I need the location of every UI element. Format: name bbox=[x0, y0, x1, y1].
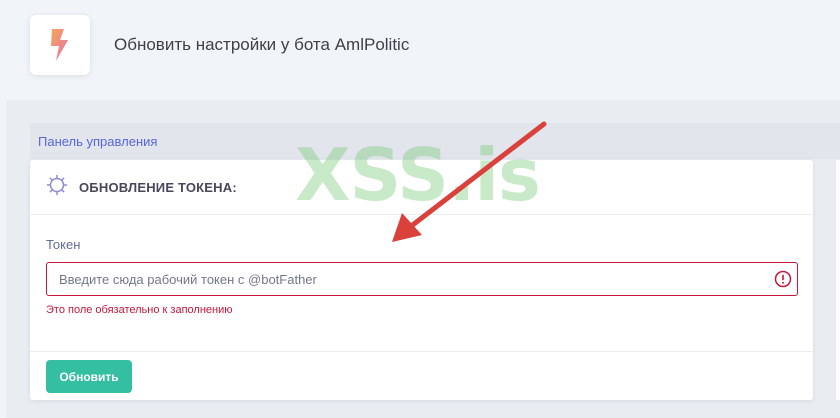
page-header: Обновить настройки у бота AmlPolitic bbox=[0, 0, 840, 100]
app-logo[interactable] bbox=[30, 15, 90, 75]
token-update-card: ОБНОВЛЕНИЕ ТОКЕНА: Токен Это поле обязат… bbox=[30, 160, 813, 400]
token-field-label: Токен bbox=[46, 237, 81, 252]
exclamation-circle-icon bbox=[774, 270, 792, 288]
card-title: ОБНОВЛЕНИЕ ТОКЕНА: bbox=[79, 180, 237, 195]
card-footer bbox=[30, 351, 813, 400]
token-error-message: Это поле обязательно к заполнению bbox=[46, 304, 233, 316]
lightning-bolt-icon bbox=[51, 29, 68, 61]
card-header: ОБНОВЛЕНИЕ ТОКЕНА: bbox=[30, 160, 813, 215]
token-input[interactable] bbox=[47, 263, 762, 295]
page-title: Обновить настройки у бота AmlPolitic bbox=[114, 35, 410, 54]
token-field-wrapper bbox=[46, 262, 798, 296]
update-button[interactable]: Обновить bbox=[46, 360, 132, 393]
gear-icon bbox=[46, 174, 68, 196]
adjacent-card-edge bbox=[836, 160, 840, 400]
breadcrumb-dashboard-link[interactable]: Панель управления bbox=[38, 134, 157, 149]
